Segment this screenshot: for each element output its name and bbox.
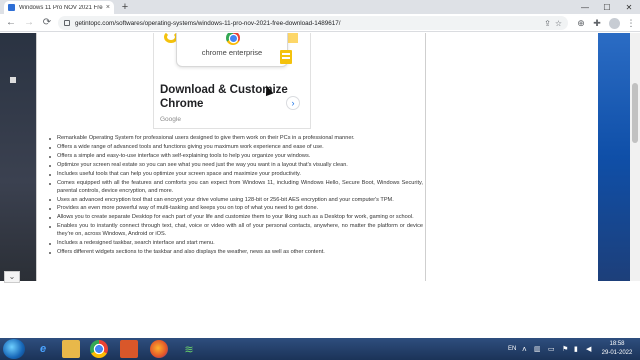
list-item: Uses an advanced encryption tool that ca… (47, 197, 423, 205)
web-page: chrome enterprise Download & Customize C… (0, 33, 640, 281)
close-tab-icon[interactable]: × (106, 4, 110, 11)
address-bar[interactable]: getintopc.com/softwares/operating-system… (58, 16, 568, 30)
tray-network-icon[interactable]: ▥ (534, 338, 541, 360)
ad-sponsor: Google (160, 116, 181, 123)
tray-language[interactable]: EN (508, 338, 516, 360)
new-tab-button[interactable]: + (118, 1, 132, 13)
list-item: Provides an even more powerful way of mu… (47, 205, 423, 213)
building-icon (280, 50, 292, 64)
browser-toolbar: ← → ⟳ getintopc.com/softwares/operating-… (0, 14, 640, 32)
browser-menu-button[interactable]: ⋮ (624, 16, 638, 30)
ad-arrow-button[interactable]: › (286, 96, 300, 110)
background-image-left (0, 33, 36, 281)
scrollbar-thumb[interactable] (632, 83, 638, 143)
tray-up-arrow-icon[interactable]: ˄ (522, 338, 527, 360)
lock-icon (64, 20, 70, 26)
download-bar (0, 281, 640, 338)
list-item: Offers different widgets sections to the… (47, 249, 423, 257)
back-button[interactable]: ← (4, 16, 18, 30)
profile-avatar[interactable] (609, 17, 620, 29)
site-favicon-icon (8, 4, 15, 11)
file-explorer-icon[interactable] (62, 340, 80, 358)
list-item: Allows you to create separate Desktop fo… (47, 214, 423, 222)
reload-button[interactable]: ⟳ (40, 16, 54, 30)
tray-signal-icon[interactable]: ▮ (574, 338, 578, 360)
features-list: Remarkable Operating System for professi… (47, 135, 423, 258)
ad-card[interactable]: chrome enterprise Download & Customize C… (153, 33, 311, 129)
list-item: Offers a simple and easy-to-use interfac… (47, 153, 423, 161)
taskbar: e ≋ EN ˄ ▥ ▭ ⚑ ▮ ◀ 18:58 29-01-2022 (0, 338, 640, 360)
list-item: Includes useful tools that can help you … (47, 171, 423, 179)
page-scrollbar[interactable] (630, 33, 640, 281)
app-icon[interactable] (120, 340, 138, 358)
tab-strip: Windows 11 Pro NOV 2021 Free × + — ☐ ✕ (0, 0, 640, 14)
bookmark-star-icon[interactable]: ☆ (555, 19, 562, 28)
clock-date: 29-01-2022 (601, 349, 633, 356)
chrome-taskbar-icon[interactable] (90, 340, 108, 358)
maximize-button[interactable]: ☐ (596, 0, 618, 14)
ad-brand: chrome enterprise (201, 48, 263, 57)
sidebar-column (426, 33, 598, 281)
background-logo-icon (10, 77, 16, 83)
close-window-button[interactable]: ✕ (618, 0, 640, 14)
chrome-logo-icon (226, 33, 240, 45)
url-text: getintopc.com/softwares/operating-system… (75, 19, 341, 27)
list-item: Optimize your screen real estate so you … (47, 162, 423, 170)
tray-flag-icon[interactable]: ⚑ (562, 338, 568, 360)
chevron-down-icon[interactable]: ⌄ (4, 271, 20, 283)
list-item: Comes equipped with all the features and… (47, 180, 423, 195)
wifi-app-icon[interactable]: ≋ (180, 340, 198, 358)
list-item: Enables you to instantly connect through… (47, 223, 423, 238)
share-icon[interactable]: ⇪ (544, 19, 551, 28)
extension-icon[interactable]: ⊕ (574, 16, 588, 30)
clock-time: 18:58 (609, 341, 625, 347)
ad-artwork: chrome enterprise (154, 33, 310, 73)
tray-battery-icon[interactable]: ▭ (548, 338, 555, 360)
tray-volume-icon[interactable]: ◀ (586, 338, 591, 360)
tab-title: Windows 11 Pro NOV 2021 Free (19, 4, 103, 11)
ad-window-graphic: chrome enterprise (176, 33, 288, 67)
minimize-button[interactable]: — (574, 0, 596, 14)
list-item: Offers a wide range of advanced tools an… (47, 144, 423, 152)
decorative-shape (288, 33, 298, 43)
taskbar-clock[interactable]: 18:58 29-01-2022 (598, 340, 636, 357)
start-button[interactable] (3, 339, 25, 359)
article-content: chrome enterprise Download & Customize C… (36, 33, 426, 281)
browser-tab[interactable]: Windows 11 Pro NOV 2021 Free × (4, 1, 114, 14)
list-item: Remarkable Operating System for professi… (47, 135, 423, 143)
firefox-icon[interactable] (150, 340, 168, 358)
list-item: Includes a redesigned taskbar, search in… (47, 240, 423, 248)
forward-icon: → (24, 17, 34, 28)
internet-explorer-icon[interactable]: e (34, 340, 52, 358)
extensions-puzzle-icon[interactable]: ✚ (590, 16, 604, 30)
